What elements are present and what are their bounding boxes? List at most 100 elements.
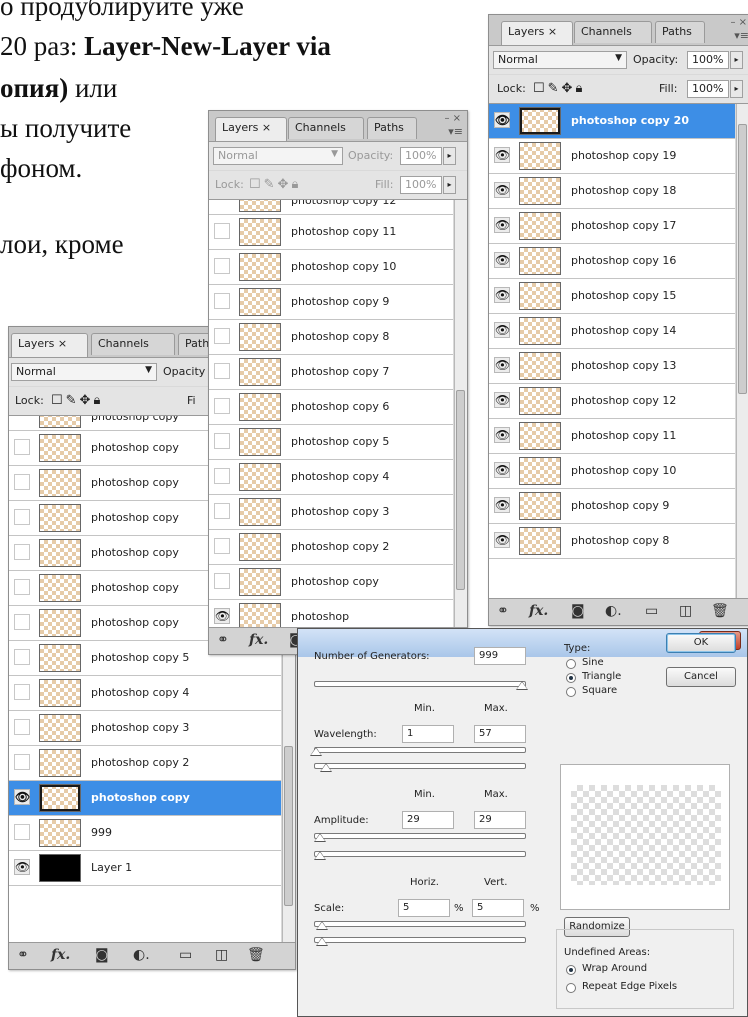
scale-horiz-slider[interactable] — [314, 921, 526, 927]
layer-row[interactable]: photoshop copy 3 — [209, 495, 453, 530]
eye-icon[interactable] — [14, 474, 30, 490]
blend-mode-select[interactable]: Normal ▼ — [213, 147, 343, 165]
fill-input[interactable]: 100% — [687, 80, 729, 98]
generators-input[interactable]: 999 — [474, 647, 526, 665]
fx-icon[interactable]: fx. — [529, 603, 548, 619]
mask-icon[interactable]: ◙ — [571, 603, 585, 619]
new-layer-icon[interactable]: ◫ — [215, 947, 228, 963]
type-sine-radio[interactable] — [566, 659, 576, 669]
amplitude-min-slider[interactable] — [314, 833, 526, 839]
layer-row[interactable]: photoshop copy 6 — [209, 390, 453, 425]
eye-icon[interactable]: 👁︎ — [494, 532, 510, 548]
eye-icon[interactable]: 👁︎ — [494, 462, 510, 478]
eye-icon[interactable] — [214, 258, 230, 274]
layer-row[interactable]: 👁︎ photoshop copy 16 — [489, 244, 735, 279]
eye-icon[interactable] — [14, 614, 30, 630]
wavelength-max-input[interactable]: 57 — [474, 725, 526, 743]
trash-icon[interactable]: 🗑︎ — [711, 603, 729, 619]
fill-stepper[interactable]: ▸ — [443, 176, 456, 194]
eye-icon[interactable]: 👁︎ — [494, 322, 510, 338]
eye-icon[interactable] — [14, 439, 30, 455]
link-icon[interactable]: ⚭ — [497, 603, 509, 619]
eye-icon[interactable] — [14, 509, 30, 525]
scale-vert-knob[interactable] — [316, 937, 328, 946]
opacity-stepper[interactable]: ▸ — [730, 51, 743, 69]
eye-icon[interactable]: 👁︎ — [494, 217, 510, 233]
tab-layers[interactable]: Layers × — [215, 117, 287, 141]
layer-row[interactable]: 👁︎ photoshop copy 15 — [489, 279, 735, 314]
layer-row[interactable]: 👁︎ photoshop copy 10 — [489, 454, 735, 489]
layer-row-partial[interactable]: photoshop copy 12 — [209, 200, 453, 215]
lock-icons[interactable]: ☐✎✥🔒︎ — [533, 81, 585, 96]
panel-menu-icon[interactable]: ▾≡ — [734, 29, 748, 42]
fx-icon[interactable]: fx. — [51, 947, 70, 963]
eye-icon[interactable] — [14, 719, 30, 735]
eye-icon[interactable] — [214, 223, 230, 239]
eye-icon[interactable]: 👁︎ — [214, 608, 230, 624]
scale-horiz-input[interactable]: 5 — [398, 899, 450, 917]
opacity-input[interactable]: 100% — [400, 147, 442, 165]
panel-menu-icon[interactable]: ▾≡ — [448, 125, 463, 138]
eye-icon[interactable]: 👁︎ — [14, 859, 30, 875]
repeat-edge-radio[interactable] — [566, 983, 576, 993]
eye-icon[interactable]: 👁︎ — [494, 287, 510, 303]
layer-row[interactable]: 👁︎ photoshop copy 14 — [489, 314, 735, 349]
layer-row[interactable]: photoshop copy 4 — [9, 676, 281, 711]
eye-icon[interactable] — [214, 293, 230, 309]
adjustment-icon[interactable]: ◐. — [605, 603, 622, 619]
layer-row[interactable]: photoshop copy 9 — [209, 285, 453, 320]
eye-icon[interactable] — [214, 538, 230, 554]
layer-row[interactable]: photoshop copy 2 — [209, 530, 453, 565]
generators-slider[interactable] — [314, 681, 526, 687]
eye-icon[interactable] — [14, 544, 30, 560]
wavelength-min-knob[interactable] — [310, 747, 322, 756]
generators-slider-knob[interactable] — [516, 681, 528, 690]
eye-icon[interactable] — [14, 754, 30, 770]
wavelength-max-knob[interactable] — [320, 763, 332, 772]
fill-input[interactable]: 100% — [400, 176, 442, 194]
wavelength-max-slider[interactable] — [314, 763, 526, 769]
scale-horiz-knob[interactable] — [316, 921, 328, 930]
layer-row[interactable]: 👁︎ photoshop copy 13 — [489, 349, 735, 384]
tab-layers[interactable]: Layers × — [501, 21, 573, 45]
mask-icon[interactable]: ◙ — [95, 947, 109, 963]
type-square-radio[interactable] — [566, 687, 576, 697]
eye-icon[interactable] — [14, 684, 30, 700]
adjustment-icon[interactable]: ◐. — [133, 947, 150, 963]
tab-paths[interactable]: Paths — [367, 117, 417, 139]
eye-icon[interactable] — [214, 573, 230, 589]
cancel-button[interactable]: Cancel — [666, 667, 736, 687]
scrollbar-thumb[interactable] — [456, 390, 465, 590]
eye-icon[interactable] — [214, 363, 230, 379]
blend-mode-select[interactable]: Normal ▼ — [493, 51, 627, 69]
eye-icon[interactable]: 👁︎ — [494, 357, 510, 373]
new-layer-icon[interactable]: ◫ — [679, 603, 692, 619]
window-controls[interactable]: – × — [444, 113, 461, 124]
eye-icon[interactable]: 👁︎ — [494, 497, 510, 513]
wavelength-min-slider[interactable] — [314, 747, 526, 753]
folder-icon[interactable]: ▭ — [179, 947, 192, 963]
tab-paths[interactable]: Paths — [655, 21, 705, 43]
layer-row[interactable]: photoshop copy 8 — [209, 320, 453, 355]
layer-row[interactable]: 👁︎ photoshop copy 19 — [489, 139, 735, 174]
window-controls[interactable]: – × — [730, 17, 747, 28]
eye-icon[interactable]: 👁︎ — [14, 789, 30, 805]
amplitude-max-knob[interactable] — [314, 851, 326, 860]
layer-row[interactable]: photoshop copy — [209, 565, 453, 600]
tab-channels[interactable]: Channels — [91, 333, 175, 355]
opacity-input[interactable]: 100% — [687, 51, 729, 69]
eye-icon[interactable] — [214, 398, 230, 414]
amplitude-min-input[interactable]: 29 — [402, 811, 454, 829]
layer-row[interactable]: photoshop copy 3 — [9, 711, 281, 746]
layer-row[interactable]: photoshop copy 7 — [209, 355, 453, 390]
blend-mode-select[interactable]: Normal ▼ — [11, 363, 157, 381]
layer-row[interactable]: 👁︎ Layer 1 — [9, 851, 281, 886]
eye-icon[interactable]: 👁︎ — [494, 427, 510, 443]
scrollbar-thumb[interactable] — [738, 124, 747, 394]
type-triangle-radio[interactable] — [566, 673, 576, 683]
scale-vert-slider[interactable] — [314, 937, 526, 943]
eye-icon[interactable]: 👁︎ — [494, 112, 510, 128]
layer-row[interactable]: 👁︎ photoshop copy 11 — [489, 419, 735, 454]
eye-icon[interactable]: 👁︎ — [494, 252, 510, 268]
scale-vert-input[interactable]: 5 — [472, 899, 524, 917]
